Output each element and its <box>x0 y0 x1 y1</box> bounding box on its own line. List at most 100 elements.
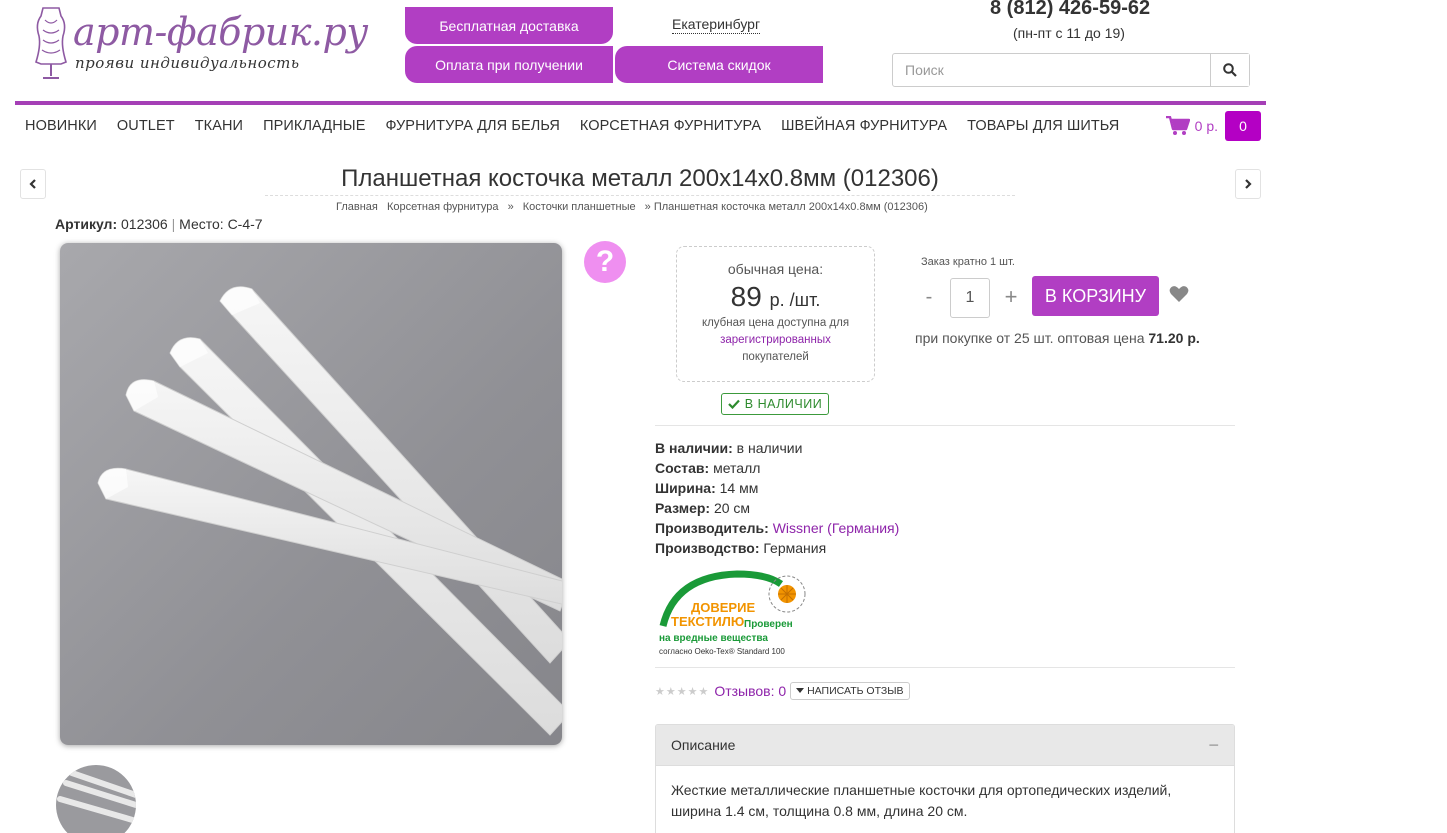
check-icon <box>728 399 740 409</box>
working-hours: (пн-пт с 11 до 19) <box>1013 25 1125 41</box>
price-label: обычная цена: <box>727 261 824 277</box>
page-title: Планшетная косточка металл 200х14х0.8мм … <box>265 165 1015 196</box>
reviews-link[interactable]: Отзывов: 0 <box>714 683 786 699</box>
prop-label: Ширина: <box>655 480 716 496</box>
prop-row: Размер: 20 см <box>655 498 899 518</box>
description-header[interactable]: Описание − <box>656 725 1234 766</box>
nav-item-sewing-accessories[interactable]: ШВЕЙНАЯ ФУРНИТУРА <box>771 118 957 134</box>
club-text-end: покупателей <box>742 351 809 363</box>
breadcrumb-boning[interactable]: Косточки планшетные <box>523 201 636 213</box>
nav-item-lingerie-accessories[interactable]: ФУРНИТУРА ДЛЯ БЕЛЬЯ <box>376 118 570 134</box>
write-review-button[interactable]: НАПИСАТЬ ОТЗЫВ <box>790 682 910 700</box>
prop-row: Производитель: Wissner (Германия) <box>655 518 899 538</box>
rating-row: ★★★★★ Отзывов: 0 НАПИСАТЬ ОТЗЫВ <box>655 682 910 700</box>
nav-item-new[interactable]: НОВИНКИ <box>15 118 107 134</box>
price-value: 89 <box>730 281 762 312</box>
breadcrumb-home[interactable]: Главная <box>336 201 378 213</box>
breadcrumb-separator: » <box>507 201 514 213</box>
prop-row: Ширина: 14 мм <box>655 478 899 498</box>
oeko-line4: согласно Oeko-Tex® Standard 100 <box>659 647 785 656</box>
qty-decrease-button[interactable]: - <box>918 281 940 313</box>
chevron-left-icon <box>29 179 36 189</box>
product-image[interactable] <box>60 243 562 745</box>
main-nav: НОВИНКИ OUTLET ТКАНИ ПРИКЛАДНЫЕ ФУРНИТУР… <box>15 105 1266 147</box>
oeko-tex-logo: ДОВЕРИЕ ТЕКСТИЛЮ Проверен на вредные вещ… <box>659 570 806 656</box>
caret-down-icon <box>796 688 805 693</box>
write-review-label: НАПИСАТЬ ОТЗЫВ <box>807 685 904 697</box>
prev-product-button[interactable] <box>20 169 46 199</box>
stock-badge-text: В НАЛИЧИИ <box>744 397 823 411</box>
prop-label: Производитель: <box>655 520 769 536</box>
add-to-cart-button[interactable]: В КОРЗИНУ <box>1032 276 1159 316</box>
description-title: Описание <box>671 737 736 753</box>
search-form <box>892 53 1250 87</box>
registered-link[interactable]: зарегистрированных <box>720 334 831 346</box>
discount-system-link[interactable]: Система скидок <box>615 46 823 83</box>
order-multiple-note: Заказ кратно 1 шт. <box>921 256 1015 268</box>
prop-row: Производство: Германия <box>655 538 899 558</box>
prop-value: металл <box>713 460 761 476</box>
description-panel: Описание − Жесткие металлические планшет… <box>655 724 1235 833</box>
prop-value: 14 мм <box>719 480 759 496</box>
product-properties: В наличии: в наличии Состав: металл Шири… <box>655 438 899 558</box>
oeko-line3: на вредные вещества <box>659 633 768 644</box>
storage-place: Место: С-4-7 <box>179 216 263 232</box>
prop-value: 20 см <box>713 500 751 516</box>
breadcrumb-corset[interactable]: Корсетная фурнитура <box>387 201 499 213</box>
rating-stars: ★★★★★ <box>655 685 710 698</box>
cart-sum: 0 р. <box>1194 118 1218 134</box>
chevron-right-icon <box>1245 179 1252 189</box>
price-unit: р. /шт. <box>769 290 821 310</box>
qty-increase-button[interactable]: + <box>1000 281 1022 313</box>
shopping-cart-icon <box>1165 116 1190 135</box>
sku-value: 012306 <box>121 216 168 232</box>
wholesale-price-note: при покупке от 25 шт. оптовая цена 71.20… <box>915 330 1200 346</box>
sku-line: Артикул: 012306 | Место: С-4-7 <box>55 216 263 232</box>
cart-count-badge[interactable]: 0 <box>1225 111 1261 141</box>
oeko-line1: ДОВЕРИЕ <box>691 600 755 615</box>
oeko-checked: Проверен <box>744 619 793 630</box>
price: 89 р. /шт. <box>677 281 874 313</box>
product-thumbnail[interactable] <box>56 765 136 833</box>
product-photo <box>97 286 562 736</box>
next-product-button[interactable] <box>1235 169 1261 199</box>
prop-label: Состав: <box>655 460 710 476</box>
manufacturer-link[interactable]: Wissner (Германия) <box>773 520 900 536</box>
description-text: Жесткие металлические планшетные косточк… <box>671 782 1172 819</box>
club-text: клубная цена доступна для <box>701 317 850 329</box>
prop-row: Состав: металл <box>655 458 899 478</box>
dress-form-icon <box>35 7 67 79</box>
collapse-icon[interactable]: − <box>1208 735 1219 756</box>
phone-number[interactable]: 8 (812) 426-59-62 <box>990 0 1150 20</box>
search-button[interactable] <box>1210 54 1249 86</box>
quantity-input[interactable] <box>950 278 990 318</box>
cash-on-delivery-link[interactable]: Оплата при получении <box>405 46 613 83</box>
heart-icon[interactable] <box>1169 285 1189 303</box>
prop-label: Размер: <box>655 500 711 516</box>
wholesale-price: 71.20 р. <box>1148 330 1200 346</box>
breadcrumb: Главная Корсетная фурнитура » Косточки п… <box>336 201 934 213</box>
divider <box>655 425 1235 426</box>
oeko-line2: ТЕКСТИЛЮ <box>671 614 744 629</box>
city-selector[interactable]: Екатеринбург <box>672 16 761 34</box>
question-help-icon[interactable]: ? <box>584 241 626 283</box>
sunflower-icon <box>768 575 806 613</box>
logo-text: арт-фабрик.ру <box>73 10 368 54</box>
wholesale-text: при покупке от 25 шт. оптовая цена <box>915 330 1145 346</box>
prop-row: В наличии: в наличии <box>655 438 899 458</box>
site-logo[interactable]: арт-фабрик.ру прояви индивидуальность <box>33 6 368 86</box>
cart-widget[interactable]: 0 р. 0 <box>1165 111 1261 141</box>
breadcrumb-current: » Планшетная косточка металл 200х14х0.8м… <box>644 201 928 213</box>
club-price-note: клубная цена доступна для зарегистрирова… <box>677 315 874 366</box>
search-icon <box>1223 63 1237 77</box>
prop-value: в наличии <box>736 440 803 456</box>
prop-value: Германия <box>763 540 827 556</box>
nav-item-applied[interactable]: ПРИКЛАДНЫЕ <box>253 118 375 134</box>
nav-item-fabrics[interactable]: ТКАНИ <box>185 118 253 134</box>
nav-item-corset-accessories[interactable]: КОРСЕТНАЯ ФУРНИТУРА <box>570 118 771 134</box>
prop-label: Производство: <box>655 540 760 556</box>
search-input[interactable] <box>893 54 1210 86</box>
nav-item-outlet[interactable]: OUTLET <box>107 118 185 134</box>
free-delivery-link[interactable]: Бесплатная доставка <box>405 7 613 44</box>
nav-item-sewing-goods[interactable]: ТОВАРЫ ДЛЯ ШИТЬЯ <box>957 118 1129 134</box>
